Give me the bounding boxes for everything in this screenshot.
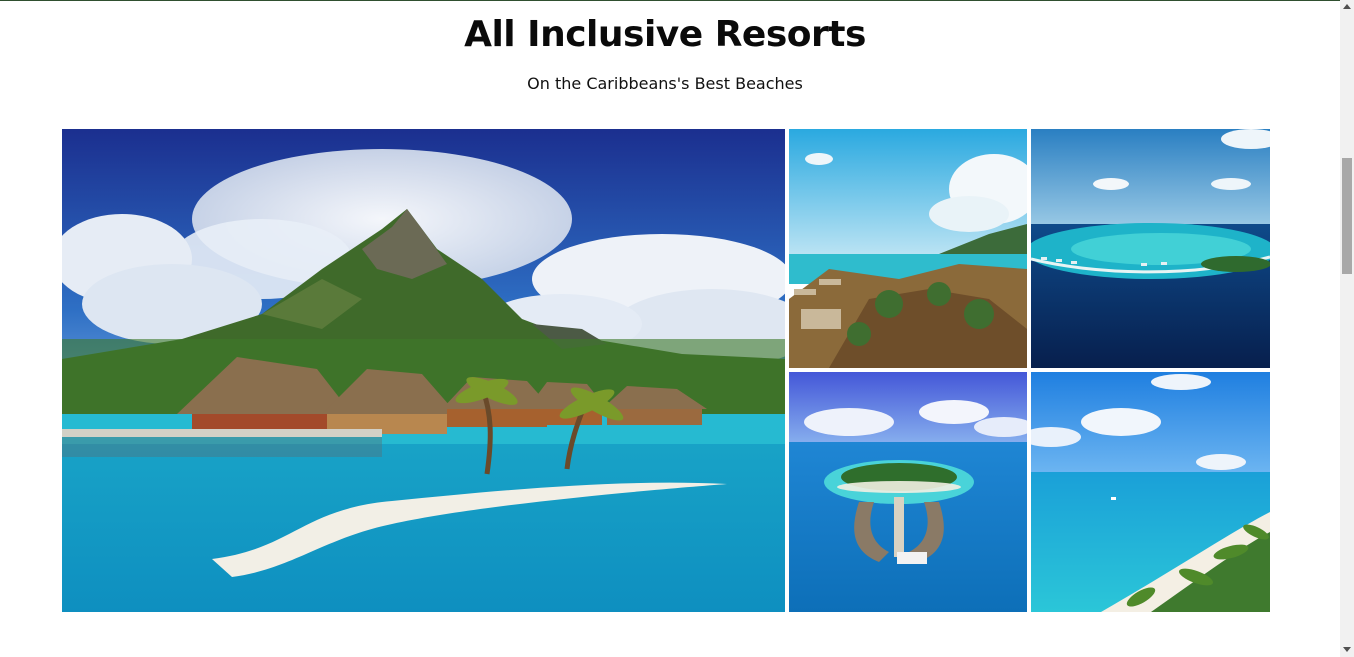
gallery-image-2[interactable] [789,129,1027,368]
top-border [0,0,1340,1]
resort-gallery [62,129,1270,612]
gallery-image-4[interactable] [789,372,1027,612]
scrollbar-thumb[interactable] [1342,158,1352,274]
round-island-photo [789,372,1027,612]
page-title: All Inclusive Resorts [464,14,866,55]
scroll-down-arrow-icon[interactable] [1343,647,1351,652]
gallery-image-3[interactable] [1031,129,1270,368]
scroll-up-arrow-icon[interactable] [1343,4,1351,9]
bungalows-mountain-photo [62,129,785,612]
coast-villas-photo [789,129,1027,368]
palm-coastline-photo [1031,372,1270,612]
vertical-scrollbar[interactable] [1340,0,1354,657]
page: All Inclusive Resorts On the Caribbeans'… [0,0,1340,657]
page-subtitle: On the Caribbeans's Best Beaches [527,74,803,93]
gallery-image-main[interactable] [62,129,785,612]
atoll-aerial-photo [1031,129,1270,368]
gallery-image-5[interactable] [1031,372,1270,612]
